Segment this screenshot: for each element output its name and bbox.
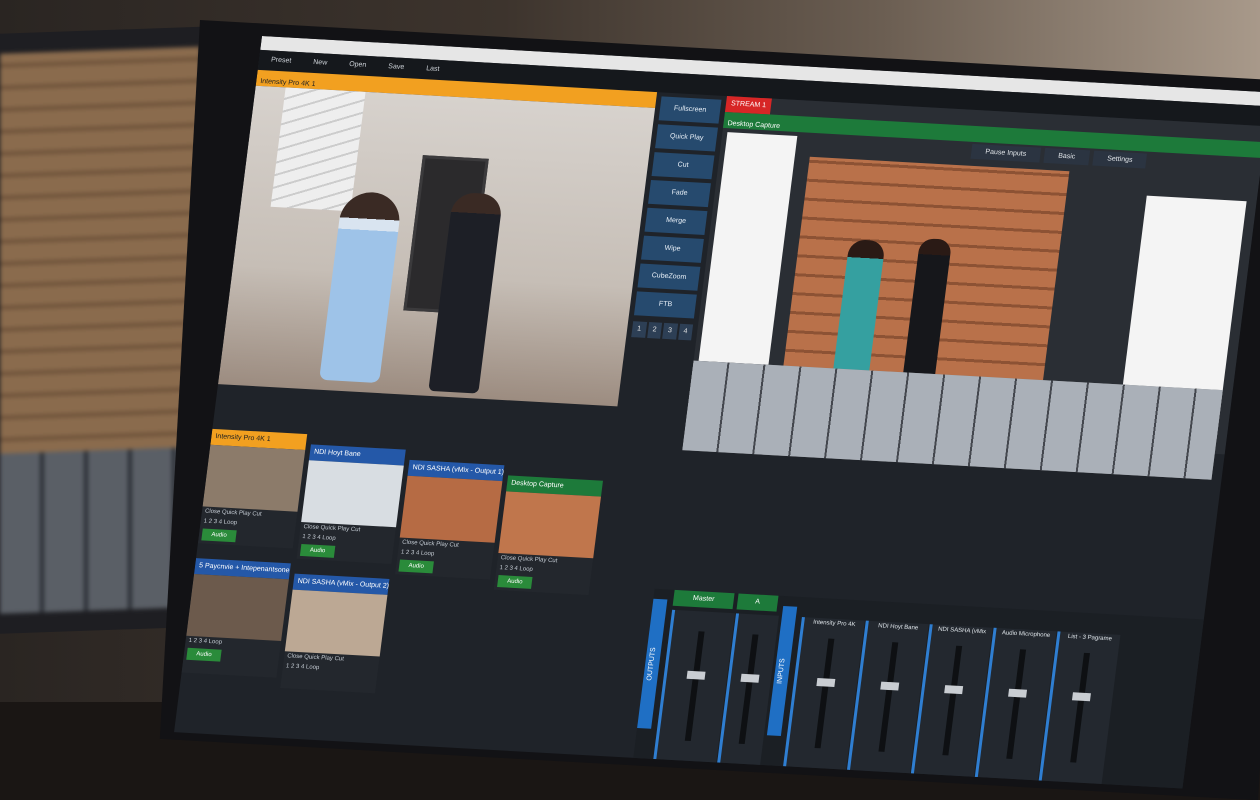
transition-numbers: 1 2 3 4 [631,321,694,341]
mixer-channel-2-label: NDI Hoyt Bane [877,623,919,632]
ftb-button[interactable]: FTB [633,291,697,319]
bus-a-header: A [736,593,779,612]
mixer-channel-4-knob[interactable] [1008,688,1028,698]
master-fader-track [684,631,705,742]
cut-button[interactable]: Cut [651,152,715,180]
cubezoom-button[interactable]: CubeZoom [637,263,701,291]
mixer-channel-4-label: Audio Microphone [1001,630,1051,639]
transition-1-button[interactable]: 1 [631,321,647,338]
menu-last[interactable]: Last [417,59,449,81]
mixer-channel-5-label: List - 3 Pagrame [1067,633,1113,643]
input-tile-1-audio[interactable]: Audio [201,528,237,543]
merge-button[interactable]: Merge [644,207,708,236]
input-tile-6-thumb [186,574,289,642]
mixer-channel-1-knob[interactable] [816,678,836,687]
dancer-woman [319,190,403,384]
master-header: Master [672,589,735,610]
basic-button[interactable]: Basic [1043,147,1091,166]
input-tile-1-thumb [202,444,306,512]
mixer-channel-5-knob[interactable] [1071,692,1091,702]
input-tile-3[interactable]: NDI SASHA (vMix - Output 1) Close Quick … [395,459,505,580]
input-tiles: Intensity Pro 4K 1 Close Quick Play Cut … [175,428,612,750]
transition-4-button[interactable]: 4 [677,323,694,341]
input-tile-7-thumb [284,589,388,657]
mixer-channel-2-track [878,642,899,752]
input-tile-6[interactable]: 5 Paycnvie + Intepenantsone 1 2 3 4 Loop… [181,558,291,678]
input-tile-1[interactable]: Intensity Pro 4K 1 Close Quick Play Cut … [197,428,308,549]
menu-save[interactable]: Save [379,57,413,79]
mixer-channel-1-label: Intensity Pro 4K [812,619,856,629]
mixer-channel-2-knob[interactable] [880,681,900,691]
menu-preset[interactable]: Preset [262,50,301,72]
menu-open[interactable]: Open [340,55,376,77]
audio-mixer: OUTPUTS Master A INPUTS Intensity Pro 4K… [633,588,1204,789]
fade-button[interactable]: Fade [648,179,711,208]
quick-play-button[interactable]: Quick Play [655,124,718,152]
mixer-channel-4-track [1006,649,1027,760]
bus-a-fader-track [738,634,759,745]
mixer-channel-3-knob[interactable] [944,685,964,695]
bus-a-fader-knob[interactable] [740,673,760,683]
background-monitor-screen [0,46,200,614]
input-tile-3-audio[interactable]: Audio [398,559,434,574]
preview-window[interactable] [218,85,656,407]
input-tile-2-thumb [301,460,404,528]
mixer-channel-5-track [1070,652,1090,763]
vmix-screen: Preset New Open Save Last Intensity Pro … [174,36,1260,789]
input-tile-4[interactable]: Desktop Capture Close Quick Play Cut 1 2… [493,475,603,596]
input-tile-4-audio[interactable]: Audio [497,575,533,589]
input-tile-7[interactable]: NDI SASHA (vMix - Output 2) Close Quick … [280,573,390,694]
mixer-channel-1-track [814,638,835,749]
fullscreen-button[interactable]: Fullscreen [658,96,722,124]
transition-2-button[interactable]: 2 [646,322,663,339]
mixer-channel-3-label: NDI SASHA (vMix [937,626,987,636]
input-tile-2-audio[interactable]: Audio [299,543,336,558]
mixer-channel-3-track [942,645,963,756]
transition-3-button[interactable]: 3 [662,322,678,340]
wipe-button[interactable]: Wipe [640,235,704,263]
settings-button[interactable]: Settings [1092,150,1148,169]
master-fader-knob[interactable] [686,670,706,680]
input-tile-2[interactable]: NDI Hoyt Bane Close Quick Play Cut 1 2 3… [296,444,406,565]
input-tile-6-audio[interactable]: Audio [186,647,222,662]
staircase [270,87,366,212]
menu-new[interactable]: New [304,53,336,75]
input-tile-3-thumb [399,475,503,543]
input-tile-4-thumb [498,491,601,559]
